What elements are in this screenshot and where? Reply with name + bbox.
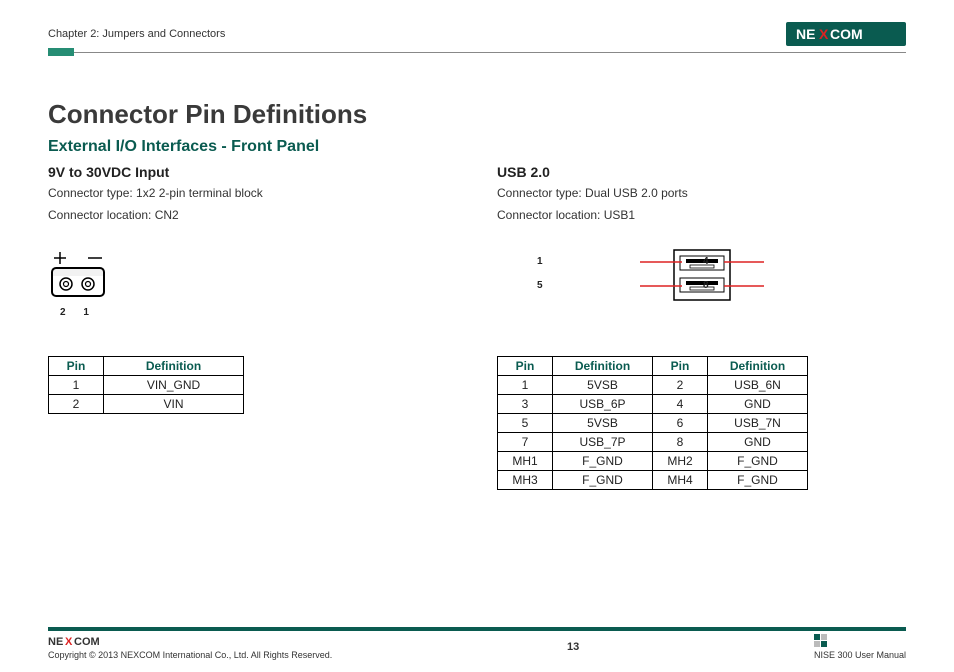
th-def: Definition	[553, 356, 653, 375]
left-conn-loc: Connector location: CN2	[48, 207, 457, 224]
usb-pin4: 4	[703, 256, 709, 267]
svg-text:X: X	[819, 26, 829, 42]
left-heading: 9V to 30VDC Input	[48, 164, 457, 180]
decor-squares-icon	[814, 634, 828, 648]
footer-logo-icon: NE X COM	[48, 634, 118, 648]
page-subtitle: External I/O Interfaces - Front Panel	[48, 138, 906, 156]
right-pin-table: Pin Definition Pin Definition 15VSB2USB_…	[497, 356, 808, 490]
chapter-label: Chapter 2: Jumpers and Connectors	[48, 28, 225, 40]
table-row: 1 VIN_GND	[49, 375, 244, 394]
table-row: 2 VIN	[49, 394, 244, 413]
page-number: 13	[567, 641, 579, 653]
table-row: MH3F_GNDMH4F_GND	[498, 470, 808, 489]
usb-pin8: 8	[703, 280, 709, 291]
svg-text:COM: COM	[74, 636, 100, 648]
diagram-pin2-label: 2	[60, 307, 66, 318]
th-pin: Pin	[653, 356, 708, 375]
th-pin: Pin	[49, 356, 104, 375]
footer-right: NISE 300 User Manual	[814, 634, 906, 660]
left-conn-type: Connector type: 1x2 2-pin terminal block	[48, 185, 457, 202]
th-def: Definition	[708, 356, 808, 375]
th-pin: Pin	[498, 356, 553, 375]
svg-text:COM: COM	[830, 26, 863, 42]
terminal-block-diagram: 2 1	[48, 246, 457, 316]
th-def: Definition	[104, 356, 244, 375]
right-conn-type: Connector type: Dual USB 2.0 ports	[497, 185, 906, 202]
usb-port-diagram: 1 4 5 8	[497, 246, 906, 316]
table-row: 15VSB2USB_6N	[498, 375, 808, 394]
accent-block	[48, 48, 74, 56]
left-column: 9V to 30VDC Input Connector type: 1x2 2-…	[48, 162, 457, 490]
footer-rule	[48, 627, 906, 631]
right-heading: USB 2.0	[497, 164, 906, 180]
header-rule	[48, 52, 906, 53]
usb-pin1: 1	[537, 256, 543, 267]
right-column: USB 2.0 Connector type: Dual USB 2.0 por…	[497, 162, 906, 490]
manual-name: NISE 300 User Manual	[814, 650, 906, 660]
table-row: 3USB_6P4GND	[498, 394, 808, 413]
svg-text:NE: NE	[796, 26, 815, 42]
svg-text:NE: NE	[48, 636, 63, 648]
table-row: MH1F_GNDMH2F_GND	[498, 451, 808, 470]
svg-text:X: X	[65, 636, 73, 648]
table-row: 7USB_7P8GND	[498, 432, 808, 451]
footer-left: NE X COM Copyright © 2013 NEXCOM Interna…	[48, 634, 332, 660]
table-row: 55VSB6USB_7N	[498, 413, 808, 432]
left-pin-table: Pin Definition 1 VIN_GND 2 VIN	[48, 356, 244, 414]
copyright-text: Copyright © 2013 NEXCOM International Co…	[48, 650, 332, 660]
diagram-pin1-label: 1	[83, 307, 89, 318]
page-title: Connector Pin Definitions	[48, 99, 906, 130]
right-conn-loc: Connector location: USB1	[497, 207, 906, 224]
brand-logo: NE X COM	[786, 22, 906, 46]
usb-pin5: 5	[537, 280, 543, 291]
